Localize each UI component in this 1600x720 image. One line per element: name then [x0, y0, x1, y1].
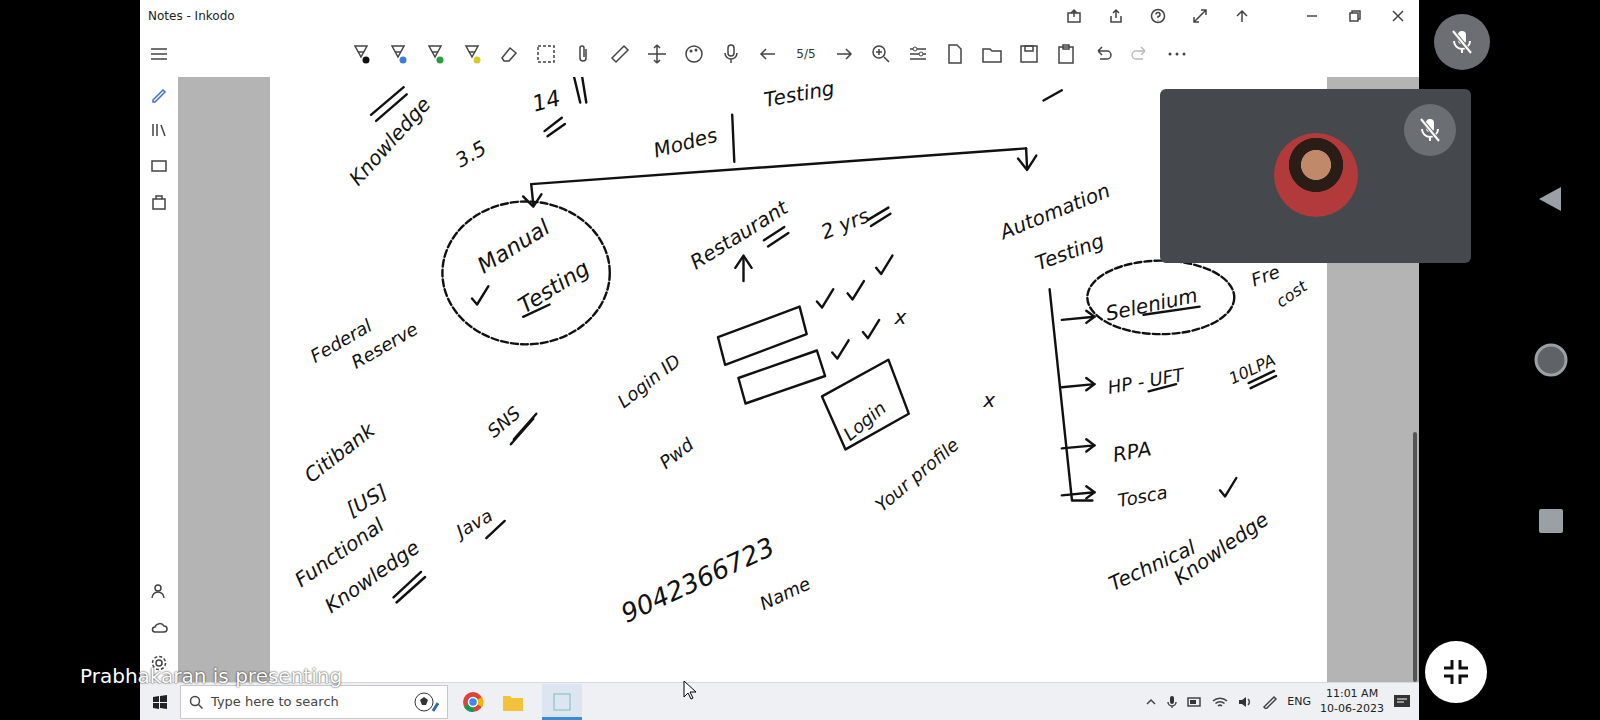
- language-indicator[interactable]: ENG: [1287, 695, 1311, 708]
- palette-icon[interactable]: [683, 43, 705, 65]
- minimize-icon[interactable]: [1290, 0, 1333, 31]
- note-text: 10LPA: [1226, 351, 1279, 389]
- search-icon: [189, 695, 203, 709]
- note-text: x: [894, 305, 906, 329]
- move-icon[interactable]: [646, 43, 668, 65]
- next-page-icon[interactable]: [833, 43, 855, 65]
- ruler-icon[interactable]: [609, 43, 631, 65]
- pen-green-icon[interactable]: [424, 43, 446, 65]
- exit-fullscreen-icon: [1441, 657, 1471, 687]
- inkodo-app-icon[interactable]: [542, 684, 582, 720]
- clock-date: 10-06-2023: [1320, 702, 1384, 716]
- exit-fullscreen-button[interactable]: [1425, 641, 1487, 703]
- select-icon[interactable]: [535, 43, 557, 65]
- note-text: 3.5: [451, 135, 491, 172]
- chevron-up-icon[interactable]: [1145, 696, 1157, 708]
- scrollbar[interactable]: [1413, 432, 1417, 682]
- pen-tray-icon[interactable]: [1262, 695, 1278, 709]
- note-text: Pwd: [655, 433, 697, 473]
- home-icon[interactable]: [1533, 342, 1569, 378]
- pen-blue-icon[interactable]: [387, 43, 409, 65]
- clock-time: 11:01 AM: [1326, 687, 1378, 701]
- undo-icon[interactable]: [1092, 43, 1114, 65]
- prev-page-icon[interactable]: [757, 43, 779, 65]
- help-icon[interactable]: [1150, 8, 1166, 24]
- window-title: Notes - Inkodo: [148, 9, 1066, 23]
- pen-black-icon[interactable]: [350, 43, 372, 65]
- note-text: 14: [530, 86, 564, 119]
- sidebar: [140, 77, 178, 682]
- mic-button[interactable]: [1434, 14, 1490, 70]
- note-text: Manual: [473, 214, 555, 279]
- note-text: x: [983, 388, 995, 412]
- pen-yellow-icon[interactable]: [461, 43, 483, 65]
- note-text: Citibank: [299, 418, 379, 487]
- note-text: Selenium: [1103, 283, 1199, 326]
- tray-mic-icon[interactable]: [1166, 695, 1178, 709]
- note-text: Fre: [1248, 261, 1282, 291]
- file-explorer-icon[interactable]: [502, 692, 524, 712]
- library-icon[interactable]: [150, 121, 168, 139]
- eraser-icon[interactable]: [498, 43, 520, 65]
- menu-icon[interactable]: [150, 47, 168, 61]
- note-text: Your profile: [871, 434, 963, 516]
- search-placeholder: Type here to search: [211, 694, 405, 709]
- close-icon[interactable]: [1376, 0, 1419, 31]
- mic-off-icon: [1418, 117, 1442, 143]
- note-text: RPA: [1111, 436, 1153, 466]
- zoom-icon[interactable]: [870, 43, 892, 65]
- mic-off-icon: [1450, 29, 1474, 55]
- title-bar: Notes - Inkodo: [140, 0, 1419, 31]
- pen-mode-icon[interactable]: [150, 85, 168, 103]
- note-text: Login ID: [613, 350, 684, 412]
- wifi-icon[interactable]: [1212, 695, 1228, 709]
- participant-avatar: [1274, 133, 1358, 217]
- note-text: 2 yrs: [818, 203, 873, 244]
- note-text: Modes: [651, 123, 720, 163]
- battery-icon[interactable]: [1187, 696, 1203, 708]
- fullscreen-icon[interactable]: [1192, 8, 1208, 24]
- note-text: Testing: [1032, 228, 1107, 275]
- note-text: Testing: [514, 256, 594, 320]
- chrome-icon[interactable]: [462, 691, 484, 713]
- redo-icon[interactable]: [1129, 43, 1151, 65]
- mic-button[interactable]: [1404, 104, 1456, 156]
- windows-icon[interactable]: [152, 694, 168, 710]
- ball-icon: [413, 691, 439, 713]
- notification-icon[interactable]: [1393, 694, 1411, 710]
- share-icon[interactable]: [1066, 8, 1082, 24]
- search-box[interactable]: Type here to search: [180, 685, 448, 719]
- paste-icon[interactable]: [1055, 43, 1077, 65]
- note-text: [US]: [342, 479, 391, 521]
- open-icon[interactable]: [981, 43, 1003, 65]
- restore-icon[interactable]: [1333, 0, 1376, 31]
- mic-icon[interactable]: [720, 43, 742, 65]
- attach-icon[interactable]: [572, 43, 594, 65]
- slides-icon[interactable]: [150, 157, 168, 175]
- note-text: Name: [756, 572, 813, 614]
- save-icon[interactable]: [1018, 43, 1040, 65]
- export-icon[interactable]: [1108, 8, 1124, 24]
- participant-tile[interactable]: [1160, 89, 1471, 263]
- presenting-label: Prabhakaran is presenting: [80, 664, 342, 688]
- back-icon[interactable]: [1537, 185, 1563, 213]
- more-icon[interactable]: [1166, 43, 1188, 65]
- note-text: Testing: [762, 77, 836, 112]
- account-icon[interactable]: [150, 582, 168, 600]
- note-text: HP - UFT: [1106, 364, 1185, 399]
- clock[interactable]: 11:01 AM10-06-2023: [1320, 687, 1384, 716]
- page-indicator: 5/5: [794, 47, 818, 61]
- new-page-icon[interactable]: [944, 43, 966, 65]
- note-text: Tosca: [1116, 481, 1169, 511]
- cursor-icon: [683, 680, 697, 700]
- note-text: Knowledge: [344, 92, 435, 190]
- cloud-icon[interactable]: [150, 618, 168, 636]
- toolbar: 5/5: [140, 31, 1419, 77]
- up-icon[interactable]: [1234, 8, 1250, 24]
- note-text: 9042366723: [616, 532, 779, 630]
- recents-icon[interactable]: [1539, 509, 1563, 533]
- volume-icon[interactable]: [1237, 695, 1253, 709]
- bag-icon[interactable]: [150, 193, 168, 211]
- settings-icon[interactable]: [907, 43, 929, 65]
